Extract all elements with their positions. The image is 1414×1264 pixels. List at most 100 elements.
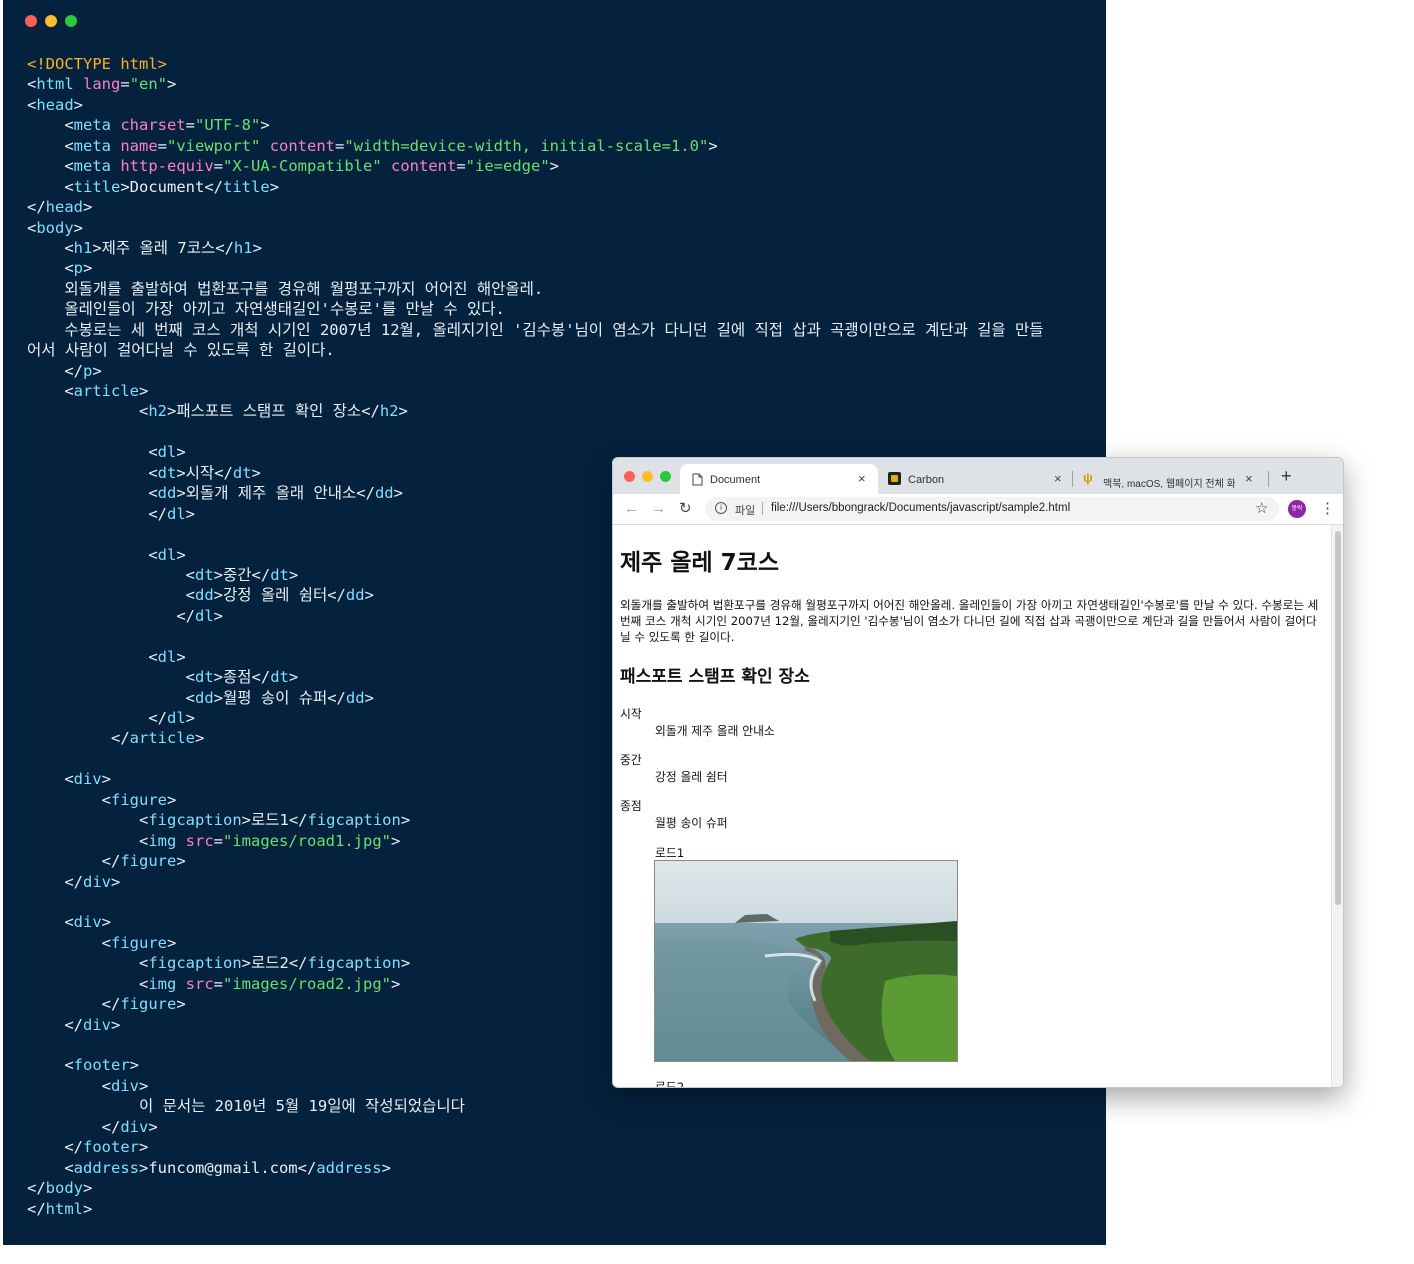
code-token-part: div (83, 872, 111, 891)
code-token-part (27, 913, 64, 931)
bookmark-star-icon[interactable]: ☆ (1255, 499, 1268, 517)
code-token: </dl> (27, 505, 195, 523)
code-token-part (27, 648, 148, 666)
code-token-part: < (64, 382, 74, 400)
code-token-part: >외돌개 제주 올래 안내소 (176, 484, 357, 503)
code-token-part (27, 1077, 102, 1095)
code-token-part: > (708, 136, 718, 155)
code-token-part: > (139, 1076, 149, 1095)
code-token: </dl> (27, 709, 195, 727)
code-token-part: </ (27, 1199, 46, 1218)
tab-carbon[interactable]: Carbon × (880, 464, 1070, 494)
tab-document[interactable]: Document × (680, 464, 878, 494)
code-token: <figcaption>로드2</figcaption> (27, 954, 410, 972)
code-token-part (111, 137, 120, 155)
code-token-part (74, 75, 83, 93)
code-token-part: head (45, 198, 83, 217)
code-line: 수봉로는 세 번째 코스 개척 시기인 2007년 12월, 올레지기인 '김수… (27, 320, 1044, 340)
code-token: <dd>강정 올레 쉼터</dd> (27, 586, 374, 604)
code-token-part: figcaption (148, 954, 242, 973)
back-icon[interactable]: ← (624, 500, 639, 517)
code-token-part: > (400, 811, 411, 830)
code-line: <meta charset="UTF-8"> (27, 115, 1044, 135)
code-token-part (27, 1056, 64, 1074)
code-token-part (27, 443, 148, 461)
menu-kebab-icon[interactable]: ⋮ (1320, 499, 1335, 517)
address-bar[interactable]: i 파일 file:///Users/bbongrack/Documents/j… (705, 497, 1279, 521)
code-token-part: > (167, 75, 177, 94)
code-line: <meta http-equiv="X-UA-Compatible" conte… (27, 156, 1044, 176)
code-token: <img (27, 832, 186, 850)
code-token: <address>funcom@gmail.com</address> (27, 1159, 391, 1177)
code-token-part: 어서 사람이 걸어다닐 수 있도록 한 길이다. (27, 341, 335, 360)
maximize-dot-icon[interactable] (65, 15, 77, 27)
code-token-part (260, 137, 269, 155)
scrollbar-thumb[interactable] (1335, 531, 1341, 905)
code-token-part: < (148, 443, 158, 462)
code-token: <head> (27, 96, 83, 114)
code-token: <h2>패스포트 스탬프 확인 장소</h2> (27, 402, 408, 420)
code-token: <dl> (27, 443, 185, 462)
code-line: <h2>패스포트 스탬프 확인 장소</h2> (27, 401, 1044, 421)
code-token-part: < (148, 484, 158, 503)
code-token-part: > (381, 1158, 391, 1177)
minimize-dot-icon[interactable] (45, 15, 57, 27)
code-token-part (27, 157, 64, 175)
code-token: <dd>월평 송이 슈퍼</dd> (27, 689, 374, 707)
code-token: <dt>시작</dt> (27, 464, 261, 482)
code-token-part: > (549, 157, 560, 176)
stop-desc: 월평 송이 슈퍼 (655, 816, 728, 830)
code-token: <!DOCTYPE html> (27, 55, 167, 73)
code-token-part (27, 729, 111, 747)
stop-term: 종점 (620, 799, 642, 813)
tab-close-icon[interactable]: × (1245, 471, 1253, 486)
url-text[interactable]: file:///Users/bbongrack/Documents/javasc… (771, 502, 1070, 514)
page-viewport: 제주 올레 7코스 외돌개를 출발하여 법환포구를 경유해 월평포구까지 어어진… (613, 525, 1331, 1087)
code-token-part: = (120, 75, 130, 94)
code-token: <dd>외돌개 제주 올래 안내소</dd> (27, 484, 403, 502)
code-token-part (27, 668, 186, 686)
code-token-part: img (148, 831, 177, 850)
code-token-part (176, 832, 185, 850)
profile-avatar[interactable]: 봉락 (1288, 500, 1306, 518)
code-token: > (260, 116, 269, 134)
code-token-part: > (83, 1179, 93, 1198)
browser-window: Document × Carbon × ψ 맥북, macOS, 웹페이지 전체… (612, 457, 1344, 1088)
close-traffic-light-icon[interactable] (624, 471, 635, 482)
code-token-part: < (101, 933, 111, 952)
minimize-traffic-light-icon[interactable] (642, 471, 653, 482)
info-icon[interactable]: i (715, 502, 727, 514)
code-token-part: </ (251, 565, 271, 584)
code-token: <dt>중간</dt> (27, 565, 299, 584)
code-token-part: dt (194, 668, 214, 687)
scrollbar[interactable] (1331, 525, 1343, 1087)
code-token-part: dl (157, 647, 177, 666)
code-token: "viewport" (167, 136, 261, 155)
code-token-part: < (64, 770, 74, 789)
tab-site[interactable]: ψ 맥북, macOS, 웹페이지 전체 화면 × (1075, 464, 1261, 494)
tab-close-icon[interactable]: × (858, 471, 866, 486)
code-token-part: html (36, 75, 74, 94)
forward-icon[interactable]: → (651, 500, 666, 517)
code-token-part (176, 975, 185, 993)
code-token-part: < (138, 831, 149, 850)
info-label[interactable]: 파일 (735, 502, 755, 518)
code-token-part: title (223, 177, 270, 196)
reload-icon[interactable]: ↻ (679, 499, 692, 517)
code-token-part (27, 1138, 64, 1156)
code-token-part: 수봉로는 세 번째 코스 개척 시기인 2007년 12월, 올레지기인 '김수… (27, 320, 1044, 339)
new-tab-button[interactable]: + (1281, 466, 1292, 487)
code-token-part: < (64, 1056, 74, 1075)
code-token: <meta (27, 157, 120, 175)
code-token (260, 137, 269, 155)
code-token-part (27, 137, 64, 155)
code-token-part: > (111, 1015, 121, 1034)
code-token: <title>Document</title> (27, 178, 279, 196)
code-token-part: < (138, 974, 149, 993)
code-token-part: > (129, 1056, 140, 1075)
close-dot-icon[interactable] (25, 15, 37, 27)
tab-close-icon[interactable]: × (1054, 471, 1062, 486)
maximize-traffic-light-icon[interactable] (660, 471, 671, 482)
code-token-part: >Document (120, 177, 205, 196)
